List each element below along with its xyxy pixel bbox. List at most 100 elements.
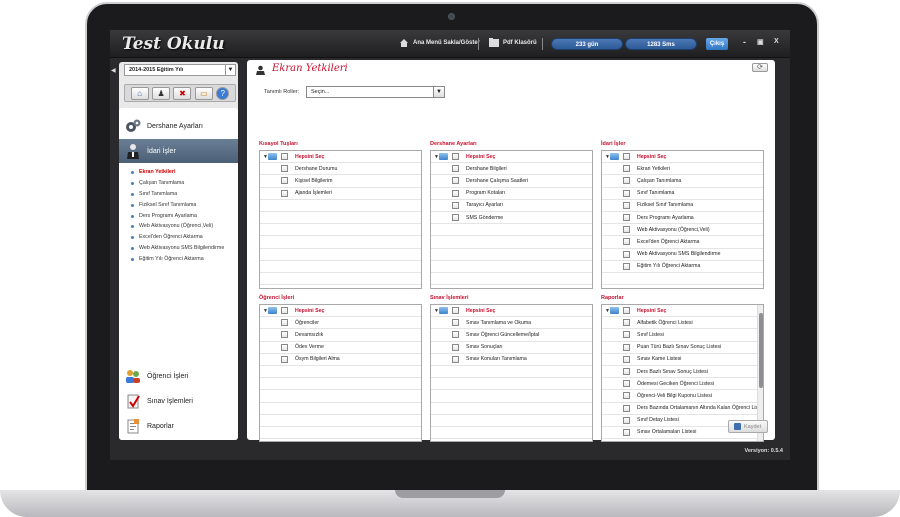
sub-item-ders-programi[interactable]: Ders Programı Ayarlama — [131, 211, 224, 222]
permission-checkbox[interactable] — [452, 189, 459, 197]
permission-checkbox[interactable] — [623, 165, 630, 173]
minimize-button[interactable]: - — [743, 37, 746, 47]
tree-row[interactable]: Sınav Tanımlama ve Okuma — [431, 317, 592, 330]
tree-root-row[interactable]: ▼ Hepsini Seç — [602, 151, 763, 164]
tree-row[interactable]: Puan Türü Bazlı Sınav Sonuç Listesi — [602, 342, 763, 354]
permission-checkbox[interactable] — [623, 177, 630, 185]
permission-checkbox[interactable] — [623, 214, 630, 222]
user-icon[interactable]: ♟ — [152, 86, 171, 100]
permission-checkbox[interactable] — [623, 343, 630, 351]
tree-row[interactable]: SMS Gönderme — [431, 212, 592, 225]
select-all-checkbox[interactable] — [623, 307, 630, 315]
refresh-button[interactable]: ⟳ — [752, 63, 768, 72]
sub-item-web-aktivasyonu[interactable]: Web Aktivasyonu (Öğrenci,Veli) — [131, 221, 224, 232]
tree-root-row[interactable]: ▼ Hepsini Seç — [431, 151, 592, 164]
tree-row[interactable]: Web Aktivasyonu SMS Bilgilendirme — [602, 249, 763, 261]
tree-row[interactable]: Ders Programı Ayarlama — [602, 212, 763, 225]
permission-checkbox[interactable] — [452, 165, 459, 173]
home-icon[interactable]: ⌂ — [130, 86, 149, 100]
permission-checkbox[interactable] — [452, 177, 459, 185]
tree-row[interactable]: Dershane Bilgileri — [431, 163, 592, 176]
permission-checkbox[interactable] — [623, 416, 630, 424]
sub-item-calisan-tanimlama[interactable]: Çalışan Tanımlama — [131, 178, 224, 189]
permission-checkbox[interactable] — [452, 319, 459, 327]
tree-row[interactable]: Program Kotaları — [431, 188, 592, 200]
select-all-checkbox[interactable] — [452, 153, 459, 161]
sidebar-item-ogrenci-isleri[interactable]: Öğrenci İşleri — [119, 364, 238, 388]
permission-checkbox[interactable] — [623, 368, 630, 376]
pdf-folder-button[interactable]: Pdf Klasörü — [489, 38, 537, 47]
sidebar-item-idari-isler[interactable]: İdari İşler — [119, 139, 238, 163]
select-all-checkbox[interactable] — [452, 307, 459, 315]
tree-row[interactable]: Alfabetik Öğrenci Listesi — [602, 317, 763, 330]
delete-icon[interactable]: ✖ — [173, 86, 192, 100]
tree-row[interactable]: Sınıf Listesi — [602, 329, 763, 342]
tree-row[interactable]: Web Aktivasyonu (Öğrenci,Veli) — [602, 224, 763, 237]
sub-item-egitim-yili-aktarma[interactable]: Eğitim Yılı Öğrenci Aktarma — [131, 254, 224, 265]
permission-checkbox[interactable] — [623, 428, 630, 436]
permission-checkbox[interactable] — [623, 380, 630, 388]
tree-row[interactable]: Öğrenciler — [260, 317, 421, 330]
sub-item-ekran-yetkileri[interactable]: Ekran Yetkileri — [131, 167, 224, 178]
permission-checkbox[interactable] — [623, 238, 630, 246]
permission-checkbox[interactable] — [452, 201, 459, 209]
permission-checkbox[interactable] — [452, 214, 459, 222]
tree-row[interactable]: Ders Bazında Ortalamanın Altında Kalan Ö… — [602, 403, 763, 415]
permission-checkbox[interactable] — [623, 392, 630, 400]
permission-checkbox[interactable] — [281, 319, 288, 327]
select-all-checkbox[interactable] — [281, 153, 288, 161]
tree-row[interactable]: Ösym Bilgileri Alma — [260, 354, 421, 366]
permission-checkbox[interactable] — [281, 343, 288, 351]
tree-root-row[interactable]: ▼ Hepsini Seç — [602, 305, 763, 318]
tree-root-row[interactable]: ▼ Hepsini Seç — [260, 305, 421, 318]
exit-button[interactable]: Çıkış — [706, 38, 728, 50]
permission-checkbox[interactable] — [281, 165, 288, 173]
sidebar-item-raporlar[interactable]: Raporlar — [119, 414, 238, 438]
permission-checkbox[interactable] — [623, 189, 630, 197]
permission-checkbox[interactable] — [623, 404, 630, 412]
help-icon[interactable]: ? — [216, 86, 230, 100]
tree-row[interactable]: Tarayıcı Ayarları — [431, 200, 592, 212]
permission-checkbox[interactable] — [452, 343, 459, 351]
permission-checkbox[interactable] — [623, 331, 630, 339]
tree-row[interactable]: Ödev Verme — [260, 342, 421, 354]
tree-row[interactable]: Dershane Durumu — [260, 163, 421, 176]
tree-row[interactable]: Sınıf Tanımlama — [602, 188, 763, 200]
tree-row[interactable]: Sınav Öğrenci Güncelleme/İptal — [431, 329, 592, 342]
tree-row[interactable]: Eğitim Yılı Öğrenci Aktarma — [602, 261, 763, 273]
tree-row[interactable]: Ders Bazlı Sınav Sonuç Listesi — [602, 366, 763, 379]
sidebar-item-dershane-ayarlari[interactable]: Dershane Ayarları — [119, 114, 238, 138]
tree-row[interactable]: Sınav Konuları Tanımlama — [431, 354, 592, 366]
permission-checkbox[interactable] — [452, 355, 459, 363]
permission-checkbox[interactable] — [623, 250, 630, 258]
roles-select[interactable]: Seçin... ▼ — [306, 86, 445, 98]
tree-row[interactable]: Çalışan Tanımlama — [602, 175, 763, 188]
scrollbar-thumb[interactable] — [759, 313, 763, 388]
calendar-icon[interactable]: ▭ — [194, 86, 213, 100]
permission-checkbox[interactable] — [623, 355, 630, 363]
permission-checkbox[interactable] — [281, 355, 288, 363]
tree-row[interactable]: Öğrenci-Veli Bilgi Kuponu Listesi — [602, 390, 763, 403]
permission-checkbox[interactable] — [452, 331, 459, 339]
save-button[interactable]: Kaydet — [728, 420, 768, 433]
permission-checkbox[interactable] — [281, 177, 288, 185]
permission-checkbox[interactable] — [623, 262, 630, 270]
sub-item-fiziksel-sinif[interactable]: Fiziksel Sınıf Tanımlama — [131, 200, 224, 211]
year-select[interactable]: 2014-2015 Eğitim Yılı ▼ — [124, 64, 236, 76]
tree-row[interactable]: Kişisel Bilgilerim — [260, 175, 421, 188]
permission-checkbox[interactable] — [623, 319, 630, 327]
select-all-checkbox[interactable] — [623, 153, 630, 161]
tree-row[interactable]: Ekran Yetkileri — [602, 163, 763, 176]
permission-checkbox[interactable] — [623, 201, 630, 209]
sidebar-item-sinav-islemleri[interactable]: Sınav İşlemleri — [119, 389, 238, 413]
tree-row[interactable]: Devamsızlık — [260, 329, 421, 342]
select-all-checkbox[interactable] — [281, 307, 288, 315]
tree-row[interactable]: Excel'den Öğrenci Aktarma — [602, 236, 763, 249]
tree-row[interactable]: Fiziksel Sınıf Tanımlama — [602, 200, 763, 212]
restore-button[interactable]: ▣ — [757, 38, 764, 46]
tree-row[interactable]: Sınav Sonuçları — [431, 342, 592, 354]
sub-item-sinif-tanimlama[interactable]: Sınıf Tanımlama — [131, 189, 224, 200]
tree-row[interactable]: Sınav Kame Listesi — [602, 354, 763, 366]
sub-item-sms-bilgilendirme[interactable]: Web Aktivasyonu SMS Bilgilendirme — [131, 243, 224, 254]
permission-checkbox[interactable] — [281, 331, 288, 339]
